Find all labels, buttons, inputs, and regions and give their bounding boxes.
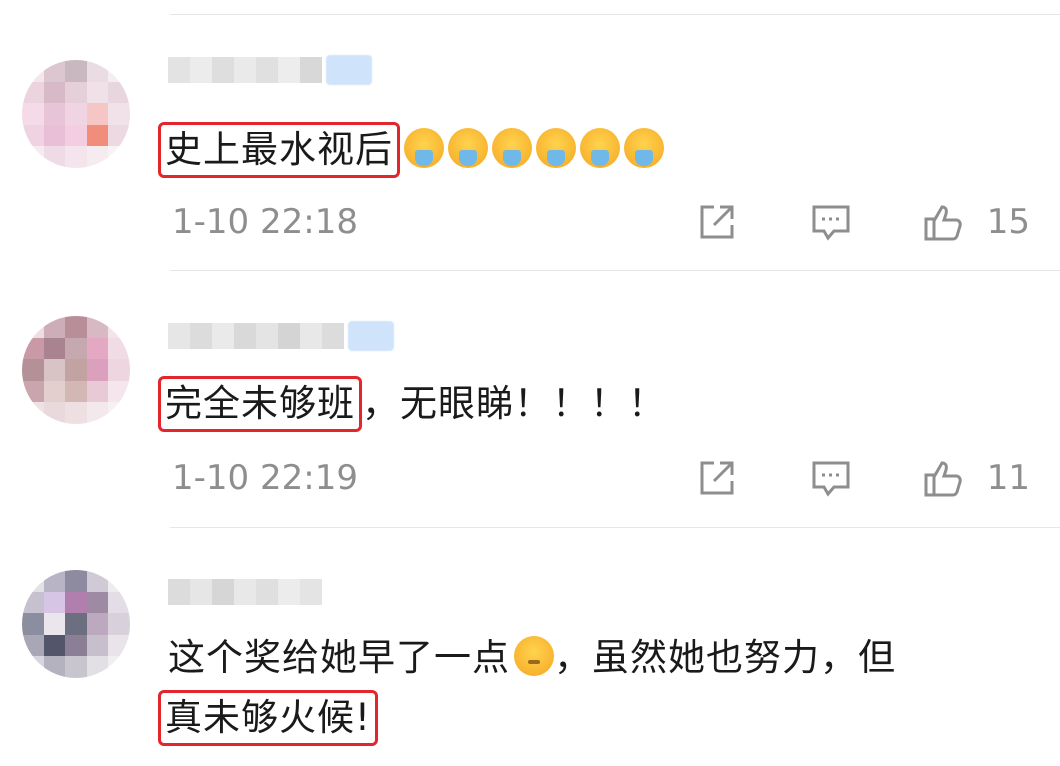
username-blurred[interactable] (168, 316, 394, 356)
comment-text: 真未够火候! (158, 690, 378, 746)
sweat-emoji-icon (514, 636, 554, 676)
emoji-icon (624, 128, 664, 168)
comment-text-line: 这个奖给她早了一点 (168, 636, 510, 679)
like-count: 15 (986, 202, 1030, 242)
comment-meta: 1-10 22:19 11 (168, 453, 1060, 503)
emoji-icon (448, 128, 488, 168)
divider (170, 270, 1060, 271)
highlighted-text: 史上最水视后 (158, 122, 400, 178)
avatar[interactable] (22, 316, 130, 424)
comment-text: 这个奖给她早了一点 ，虽然她也努力，但 (168, 632, 896, 684)
avatar[interactable] (22, 60, 130, 168)
divider (170, 527, 1060, 528)
emoji-icon (492, 128, 532, 168)
comment-meta: 1-10 22:18 15 (168, 197, 1060, 247)
emoji-icon (580, 128, 620, 168)
comment-icon[interactable] (810, 201, 852, 243)
timestamp: 1-10 22:18 (172, 202, 358, 242)
comment-text: 完全未够班 ，无眼睇！！！！ (158, 376, 666, 432)
comment-text: 史上最水视后 (158, 122, 664, 178)
highlighted-text: 完全未够班 (158, 376, 362, 432)
highlighted-text: 真未够火候! (158, 690, 378, 746)
emoji-icon (536, 128, 576, 168)
member-badge (326, 55, 372, 85)
comment-text-rest: ，无眼睇！！！！ (362, 382, 666, 425)
comment-icon[interactable] (810, 457, 852, 499)
emoji-icon (404, 128, 444, 168)
share-icon[interactable] (696, 201, 738, 243)
like-count: 11 (986, 458, 1030, 498)
thumbs-up-icon[interactable] (922, 201, 964, 243)
emoji-row (400, 128, 664, 171)
username-blurred[interactable] (168, 50, 372, 90)
comment-list: 史上最水视后 1-10 22:18 15 完全未够班 ，无眼睇！！！！ 1-10… (0, 0, 1060, 766)
username-blurred[interactable] (168, 572, 322, 612)
share-icon[interactable] (696, 457, 738, 499)
comment-text-rest: ，虽然她也努力，但 (554, 636, 896, 679)
timestamp: 1-10 22:19 (172, 458, 358, 498)
member-badge (348, 321, 394, 351)
divider (170, 14, 1060, 15)
avatar[interactable] (22, 570, 130, 678)
thumbs-up-icon[interactable] (922, 457, 964, 499)
